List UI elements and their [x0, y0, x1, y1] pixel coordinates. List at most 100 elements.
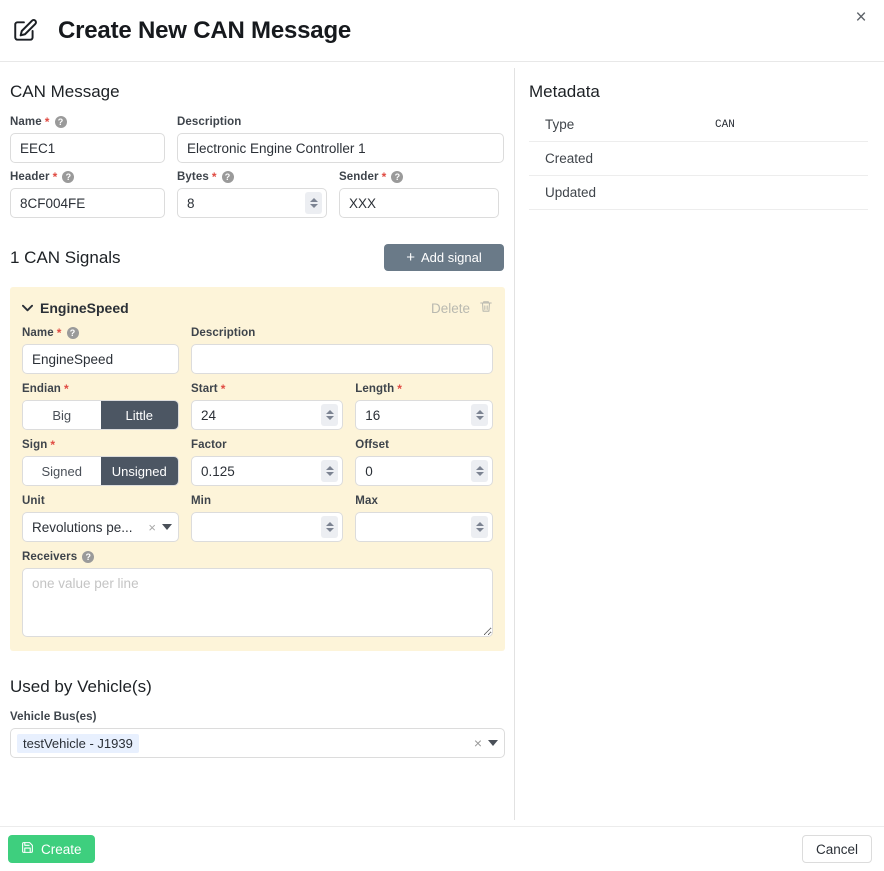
sender-input[interactable] [339, 188, 499, 218]
description-field-group: Description [177, 116, 504, 163]
used-by-vehicles-title: Used by Vehicle(s) [10, 677, 152, 696]
chevron-down-icon[interactable] [488, 740, 498, 746]
page-title: Create New CAN Message [58, 16, 352, 44]
endian-toggle[interactable]: Big Little [22, 400, 179, 430]
length-label: Length * [355, 383, 493, 395]
sender-label-text: Sender [339, 171, 379, 183]
sign-option-signed[interactable]: Signed [23, 457, 101, 485]
help-icon[interactable]: ? [391, 171, 404, 183]
signal-description-input[interactable] [191, 344, 493, 374]
max-stepper[interactable] [471, 516, 488, 538]
delete-signal-button[interactable]: Delete [431, 299, 493, 317]
name-label: Name * ? [10, 116, 165, 128]
clear-icon[interactable]: × [474, 735, 482, 751]
trash-icon [479, 299, 493, 317]
signal-collapse-toggle[interactable]: EngineSpeed [22, 300, 129, 316]
start-group: Start * [191, 383, 344, 430]
length-group: Length * [355, 383, 493, 430]
vehicle-bus-multiselect[interactable]: testVehicle - J1939 × [10, 728, 505, 758]
help-icon[interactable]: ? [66, 327, 79, 339]
required-asterisk: * [63, 382, 69, 396]
length-stepper[interactable] [471, 404, 488, 426]
vehicle-bus-chip[interactable]: testVehicle - J1939 [17, 733, 139, 753]
bytes-field-group: Bytes * ? [177, 171, 327, 218]
help-icon[interactable]: ? [82, 551, 95, 563]
sign-option-unsigned[interactable]: Unsigned [100, 457, 178, 485]
start-number-wrap [191, 400, 344, 430]
metadata-key: Created [545, 151, 594, 166]
left-pane: CAN Message Name * ? Description [0, 62, 514, 826]
factor-group: Factor [191, 439, 344, 486]
unit-selected-value: Revolutions pe... [32, 519, 133, 535]
signal-name-group: Name * ? [22, 327, 179, 374]
min-number-wrap [191, 512, 344, 542]
sign-label: Sign * [22, 439, 179, 451]
header-input[interactable] [10, 188, 165, 218]
create-button-label: Create [41, 841, 82, 857]
bytes-label-text: Bytes [177, 171, 209, 183]
endian-option-big[interactable]: Big [23, 401, 101, 429]
dialog-footer: Create Cancel [0, 826, 884, 871]
edit-pencil-icon [8, 14, 42, 48]
metadata-title: Metadata [529, 82, 600, 101]
metadata-value: CAN [715, 118, 735, 131]
metadata-key: Type [545, 117, 575, 132]
metadata-row-created: Created [529, 142, 868, 176]
endian-group: Endian * Big Little [22, 383, 179, 430]
sign-group: Sign * Signed Unsigned [22, 439, 179, 486]
help-icon[interactable]: ? [221, 171, 234, 183]
signal-description-label: Description [191, 327, 256, 339]
length-number-wrap [355, 400, 493, 430]
endian-label: Endian * [22, 383, 179, 395]
receivers-label: Receivers ? [22, 551, 493, 563]
description-input[interactable] [177, 133, 504, 163]
max-label: Max [355, 495, 378, 507]
close-icon[interactable]: × [846, 2, 876, 32]
header-label-text: Header [10, 171, 50, 183]
chevron-down-icon[interactable] [162, 524, 172, 530]
add-signal-button[interactable]: + Add signal [384, 244, 504, 271]
start-label-text: Start [191, 383, 218, 395]
dialog-body: CAN Message Name * ? Description [0, 62, 884, 826]
required-asterisk: * [220, 382, 226, 396]
bytes-stepper[interactable] [305, 192, 322, 214]
receivers-textarea[interactable] [22, 568, 493, 637]
name-label-text: Name [10, 116, 42, 128]
create-button[interactable]: Create [8, 835, 95, 863]
signals-header-row: 1 CAN Signals + Add signal [10, 244, 504, 271]
start-stepper[interactable] [321, 404, 339, 426]
sender-label: Sender * ? [339, 171, 499, 183]
cancel-button[interactable]: Cancel [801, 835, 872, 863]
signal-name-heading: EngineSpeed [40, 300, 129, 316]
signals-section-title: 1 CAN Signals [10, 247, 121, 267]
max-number-wrap [355, 512, 493, 542]
offset-group: Offset [355, 439, 493, 486]
unit-min-max-row: Unit Revolutions pe... × Min Max [22, 495, 493, 542]
used-by-vehicles-section: Used by Vehicle(s) Vehicle Bus(es) testV… [10, 677, 505, 758]
min-stepper[interactable] [321, 516, 339, 538]
clear-icon[interactable]: × [148, 520, 156, 535]
help-icon[interactable]: ? [54, 116, 67, 128]
header-label: Header * ? [10, 171, 165, 183]
header-field-group: Header * ? [10, 171, 165, 218]
name-description-row: Name * ? Description [10, 116, 504, 163]
signal-name-description-row: Name * ? Description [22, 327, 493, 374]
offset-stepper[interactable] [471, 460, 488, 482]
description-label: Description [177, 116, 242, 128]
max-group: Max [355, 495, 493, 542]
required-asterisk: * [44, 115, 50, 129]
vehicle-bus-label: Vehicle Bus(es) [10, 711, 97, 723]
unit-select[interactable]: Revolutions pe... × [22, 512, 179, 542]
endian-start-length-row: Endian * Big Little Start * 24 Length * … [22, 383, 493, 430]
signal-name-input[interactable] [22, 344, 179, 374]
help-icon[interactable]: ? [62, 171, 75, 183]
save-disk-icon [21, 841, 34, 857]
factor-stepper[interactable] [321, 460, 339, 482]
sign-toggle[interactable]: Signed Unsigned [22, 456, 179, 486]
metadata-row-type: Type CAN [529, 108, 868, 142]
start-label: Start * [191, 383, 343, 395]
name-input[interactable] [10, 133, 165, 163]
receivers-row: Receivers ? [22, 551, 493, 637]
receivers-group: Receivers ? [22, 551, 493, 637]
endian-option-little[interactable]: Little [100, 401, 178, 429]
